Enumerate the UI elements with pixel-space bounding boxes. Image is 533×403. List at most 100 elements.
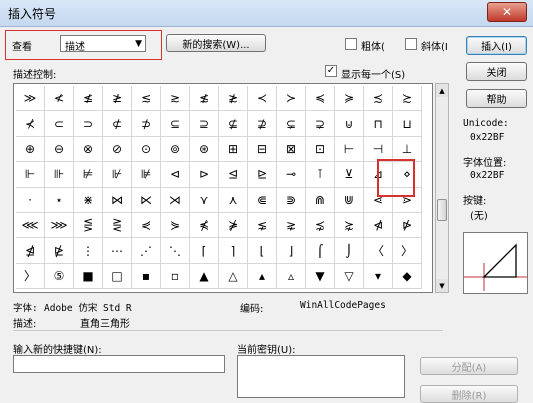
symbol-cell[interactable]: ⊔ [393,111,422,137]
symbol-cell[interactable]: ⊉ [248,111,277,137]
symbol-cell[interactable]: ≿ [393,86,422,112]
symbol-cell[interactable]: ⌈ [190,238,219,264]
symbol-cell[interactable]: ⋏ [219,187,248,213]
symbol-cell[interactable]: ⊚ [161,136,190,163]
symbol-cell[interactable]: ■ [74,263,103,290]
symbol-cell[interactable]: ⊙ [132,136,161,163]
symbol-cell[interactable]: ⋱ [161,238,190,264]
symbol-cell[interactable]: ⋨ [306,212,335,239]
symbol-cell[interactable]: ⋈ [103,187,132,213]
symbol-cell[interactable]: ⌡ [335,238,364,264]
symbol-cell[interactable]: ⋞ [132,212,161,239]
symbol-cell[interactable]: ⌋ [277,238,306,264]
view-select[interactable]: 描述 ▼ [60,35,146,53]
symbol-cell[interactable]: ⋎ [190,187,219,213]
symbol-cell[interactable]: ≳ [161,86,190,112]
symbol-cell[interactable]: ⌠ [306,238,335,264]
symbol-cell[interactable]: ⊢ [335,136,364,163]
symbol-cell[interactable]: ⊭ [74,162,103,188]
symbol-cell[interactable]: ⊖ [45,136,74,163]
symbol-cell[interactable]: ⊂ [45,111,74,137]
symbol-cell[interactable]: ⋇ [74,187,103,213]
symbol-cell[interactable]: ⊺ [306,162,335,188]
symbol-cell[interactable]: ⋑ [277,187,306,213]
symbol-cell[interactable]: ⋩ [335,212,364,239]
new-shortcut-input[interactable] [13,355,225,373]
symbol-cell[interactable]: ⊠ [277,136,306,163]
scroll-down-icon[interactable]: ▼ [436,279,448,292]
symbol-cell[interactable]: ⊞ [219,136,248,163]
symbol-cell[interactable]: ⋒ [306,187,335,213]
symbol-cell[interactable]: ≫ [16,86,45,112]
delete-button[interactable]: 删除(R) [420,385,518,403]
symbol-cell[interactable]: ≼ [306,86,335,112]
assign-button[interactable]: 分配(A) [420,357,518,375]
grid-scrollbar[interactable]: ▲ ▼ [435,83,449,293]
symbol-cell[interactable]: ⋙ [45,212,74,239]
symbol-cell[interactable]: ⋉ [132,187,161,213]
symbol-cell[interactable]: ⑤ [45,263,74,290]
symbol-cell[interactable]: ⊄ [103,111,132,137]
symbol-cell[interactable]: ⊘ [103,136,132,163]
symbol-cell[interactable]: ⋅ [16,187,45,213]
scroll-up-icon[interactable]: ▲ [436,84,448,97]
symbol-cell[interactable]: ⊯ [132,162,161,188]
symbol-cell[interactable]: ⋛ [103,212,132,239]
symbol-cell[interactable]: ≱ [103,86,132,112]
symbol-cell[interactable]: ≰ [74,86,103,112]
symbol-cell[interactable]: ≽ [335,86,364,112]
symbol-cell[interactable]: ⊃ [74,111,103,137]
symbol-cell[interactable]: ≵ [219,86,248,112]
symbol-cell[interactable]: ⋪ [364,212,393,239]
symbol-cell[interactable]: ⋊ [161,187,190,213]
symbol-cell[interactable]: ⊀ [16,111,45,137]
help-button[interactable]: 帮助 [466,89,527,108]
symbol-cell[interactable]: ⊇ [190,111,219,137]
symbol-cell[interactable]: ⊋ [306,111,335,137]
symbol-cell[interactable]: ▾ [364,263,393,290]
symbol-cell[interactable]: ⌉ [219,238,248,264]
symbol-cell[interactable]: ⊡ [306,136,335,163]
symbol-cell[interactable]: ⊟ [248,136,277,163]
symbol-cell[interactable]: ⋧ [277,212,306,239]
symbol-cell[interactable]: ⊈ [219,111,248,137]
new-search-button[interactable]: 新的搜索(W)... [166,34,266,52]
symbol-cell[interactable]: ⊴ [219,162,248,188]
show-each-checkbox[interactable]: ✓ [325,65,337,77]
symbol-cell[interactable]: ⊪ [45,162,74,188]
symbol-cell[interactable]: ⋐ [248,187,277,213]
symbol-cell[interactable]: ⊍ [335,111,364,137]
symbol-cell[interactable]: 〉 [393,238,422,264]
symbol-cell[interactable]: ≺ [248,86,277,112]
symbol-cell[interactable]: ▪ [132,263,161,290]
symbol-cell[interactable]: ⋬ [16,238,45,264]
symbol-cell[interactable]: ≴ [190,86,219,112]
symbol-cell[interactable]: ▫ [161,263,190,290]
symbol-cell[interactable]: ▴ [248,263,277,290]
symbol-cell[interactable]: ⋫ [393,212,422,239]
symbol-cell[interactable]: ⋆ [45,187,74,213]
symbol-cell[interactable]: □ [103,263,132,290]
symbol-cell[interactable]: △ [219,263,248,290]
symbol-cell[interactable]: ⋯ [103,238,132,264]
symbol-cell[interactable]: ⋡ [219,212,248,239]
symbol-cell[interactable]: ⌊ [248,238,277,264]
symbol-cell[interactable]: ⊛ [190,136,219,163]
symbol-cell[interactable]: ≲ [132,86,161,112]
symbol-cell[interactable]: ⊗ [74,136,103,163]
bold-checkbox[interactable] [345,38,357,50]
close-window-button[interactable]: ✕ [487,2,527,22]
symbol-cell[interactable]: ▲ [190,263,219,290]
symbol-cell[interactable]: ⋮ [74,238,103,264]
symbol-cell[interactable]: ⋠ [190,212,219,239]
symbol-cell[interactable]: ⊊ [277,111,306,137]
symbol-cell[interactable]: ⊵ [248,162,277,188]
scroll-thumb[interactable] [437,199,447,221]
symbol-cell[interactable]: ⊳ [190,162,219,188]
symbol-cell[interactable]: ▼ [306,263,335,290]
symbol-cell[interactable]: ⊩ [16,162,45,188]
symbol-cell[interactable]: ⋟ [161,212,190,239]
symbol-cell[interactable]: ⋰ [132,238,161,264]
symbol-cell[interactable]: 〈 [364,238,393,264]
symbol-cell[interactable]: ⋓ [335,187,364,213]
